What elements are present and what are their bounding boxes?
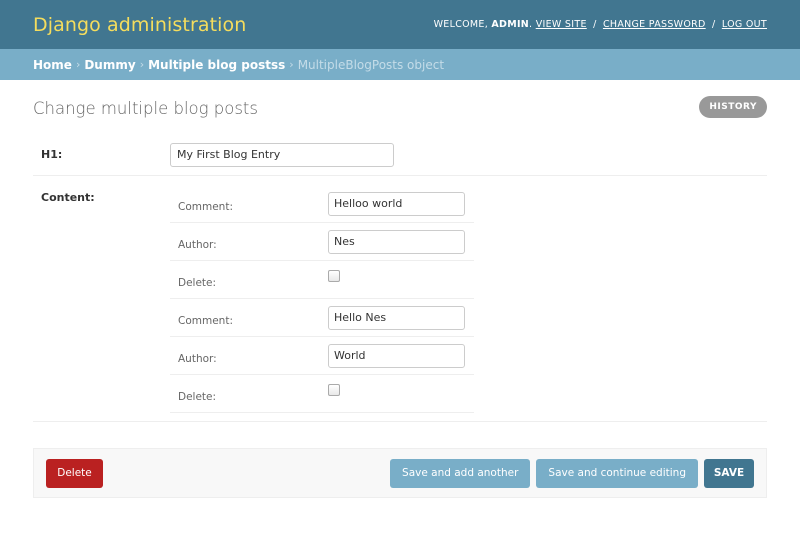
save-and-continue-button[interactable]: Save and continue editing <box>536 458 698 488</box>
h1-label: H1: <box>41 148 63 161</box>
breadcrumb-arrow: › <box>139 58 145 71</box>
change-password-link[interactable]: Change password <box>603 19 706 30</box>
main-content: Change multiple blog posts History H1: C… <box>0 80 800 498</box>
comment-input[interactable] <box>328 191 465 216</box>
breadcrumb-arrow: › <box>289 58 294 71</box>
content-form-row: Content: Comment: Author: Delete: Commen… <box>33 176 767 422</box>
author-input[interactable] <box>328 343 465 368</box>
author-label: Author: <box>178 352 217 365</box>
save-button[interactable]: SAVE <box>704 458 754 488</box>
view-site-link[interactable]: View site <box>536 19 587 30</box>
h1-form-row: H1: <box>33 134 767 176</box>
breadcrumb-current: MultipleBlogPosts object <box>297 57 445 72</box>
inline-row-delete: Delete: <box>170 375 474 413</box>
username: admin <box>491 19 530 30</box>
content-label: Content: <box>41 191 95 204</box>
log-out-link[interactable]: Log out <box>722 19 767 30</box>
delete-label: Delete: <box>178 390 217 403</box>
inline-row-comment: Comment: <box>170 185 474 223</box>
content-inline-table: Comment: Author: Delete: Comment: Author… <box>170 185 474 413</box>
delete-label: Delete: <box>178 276 217 289</box>
breadcrumb-home[interactable]: Home <box>33 58 72 72</box>
comment-label: Comment: <box>178 200 233 213</box>
header-bar: Django administration Welcome, admin. Vi… <box>0 0 800 49</box>
site-brand[interactable]: Django administration <box>33 14 246 36</box>
history-button[interactable]: History <box>699 96 767 118</box>
separator: / <box>712 19 716 30</box>
h1-input[interactable] <box>170 142 394 167</box>
author-input[interactable] <box>328 229 465 254</box>
inline-row-author: Author: <box>170 337 474 375</box>
breadcrumb-app[interactable]: Dummy <box>84 58 135 72</box>
comment-input[interactable] <box>328 305 465 330</box>
author-label: Author: <box>178 238 217 251</box>
inline-row-comment: Comment: <box>170 299 474 337</box>
breadcrumb-arrow: › <box>75 58 81 71</box>
title-row: Change multiple blog posts History <box>33 80 767 134</box>
delete-checkbox[interactable] <box>328 269 340 282</box>
inline-row-author: Author: <box>170 223 474 261</box>
delete-checkbox[interactable] <box>328 383 340 396</box>
user-tools: Welcome, admin. View site / Change passw… <box>433 19 767 30</box>
breadcrumb-model[interactable]: Multiple blog postss <box>148 58 285 72</box>
delete-button[interactable]: Delete <box>46 458 103 488</box>
comment-label: Comment: <box>178 314 233 327</box>
save-and-add-another-button[interactable]: Save and add another <box>390 458 531 488</box>
submit-row: Delete Save and add another Save and con… <box>33 448 767 498</box>
breadcrumb: Home › Dummy › Multiple blog postss › Mu… <box>0 49 800 80</box>
save-buttons-group: Save and add another Save and continue e… <box>390 458 754 488</box>
welcome-text: Welcome, <box>433 19 489 30</box>
page-title: Change multiple blog posts <box>33 98 258 118</box>
separator: / <box>593 19 597 30</box>
inline-row-delete: Delete: <box>170 261 474 299</box>
